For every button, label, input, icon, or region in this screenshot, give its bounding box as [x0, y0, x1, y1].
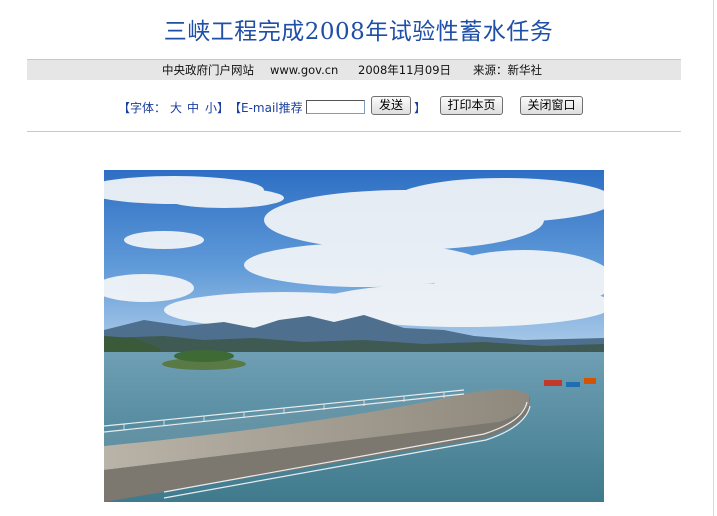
font-small-link[interactable]: 小	[205, 99, 217, 116]
publish-date: 2008年11月09日	[358, 63, 452, 77]
email-recommend-label: 【E-mail推荐	[229, 101, 303, 115]
article-title: 三峡工程完成2008年试验性蓄水任务	[163, 19, 554, 45]
divider	[27, 131, 681, 132]
article-photo	[104, 170, 604, 502]
email-input[interactable]	[306, 100, 365, 114]
article-source: 来源：新华社	[473, 63, 542, 77]
print-button[interactable]: 打印本页	[440, 96, 503, 115]
close-window-button[interactable]: 关闭窗口	[520, 96, 583, 115]
send-button[interactable]: 发送	[371, 96, 411, 115]
email-bracket: 】	[414, 101, 427, 115]
font-medium-link[interactable]: 中	[187, 99, 199, 116]
article-toolbar: 【字体： 大 中 小 】 【E-mail推荐 发送 】 打印本页 关闭窗口	[0, 96, 717, 118]
article-info-bar: 中央政府门户网站 www.gov.cn 2008年11月09日 来源：新华社	[27, 59, 681, 80]
site-url: www.gov.cn	[270, 63, 339, 77]
window-edge	[713, 0, 714, 516]
font-large-link[interactable]: 大	[170, 99, 182, 116]
site-name: 中央政府门户网站	[162, 63, 254, 77]
font-size-label: 【字体：	[118, 101, 167, 115]
font-size-bracket: 】	[217, 101, 230, 115]
